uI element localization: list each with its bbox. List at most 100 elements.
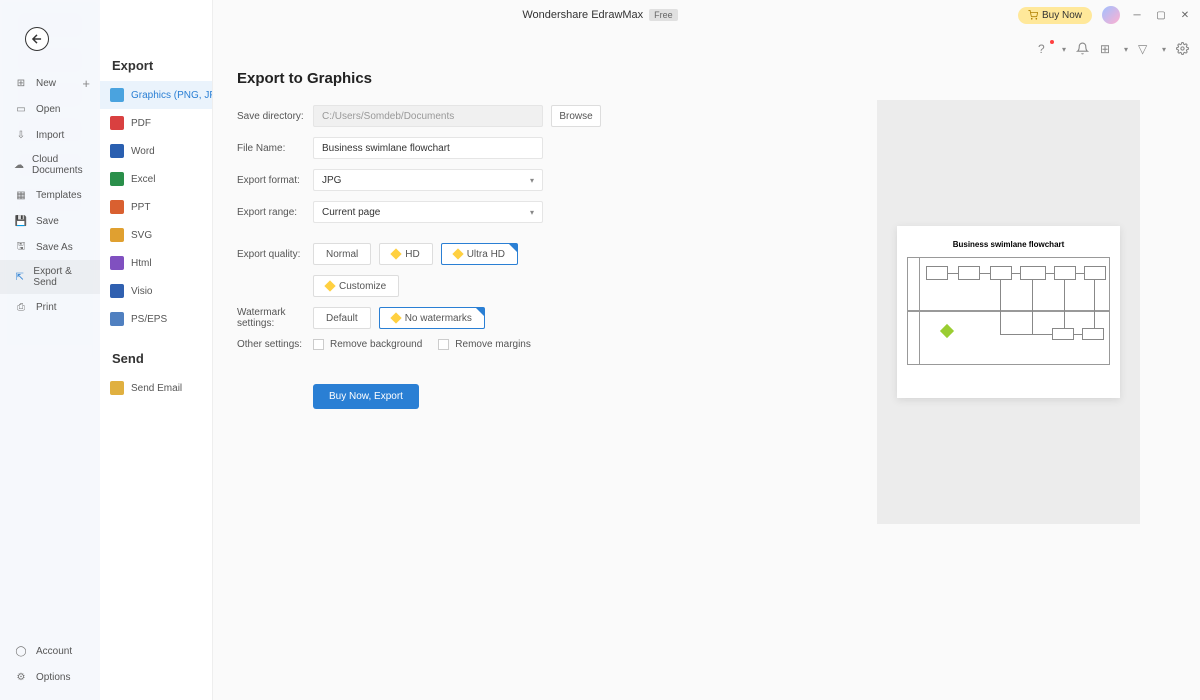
export-type-item[interactable]: Graphics (PNG, JPG e...: [100, 81, 212, 109]
export-type-label: SVG: [131, 230, 152, 241]
preview-pane: Business swimlane flowchart: [877, 100, 1140, 524]
export-type-label: Word: [131, 146, 155, 157]
quality-label: Export quality:: [237, 249, 313, 260]
sidebar-label: Cloud Documents: [32, 154, 86, 176]
quality-hd[interactable]: HD: [379, 243, 432, 265]
diamond-icon: [391, 248, 402, 259]
titlebar: Wondershare EdrawMax Free Buy Now ─ ▢ ✕: [0, 0, 1200, 30]
sidebar-item-new[interactable]: ⊞ New +: [0, 70, 100, 96]
export-icon: ⇱: [14, 270, 25, 284]
grid-icon[interactable]: ⊞: [1100, 42, 1114, 56]
export-type-item[interactable]: PPT: [100, 193, 212, 221]
cloud-icon: ☁: [14, 158, 24, 172]
format-value: JPG: [322, 175, 341, 186]
format-label: Export format:: [237, 175, 313, 186]
diamond-icon: [452, 248, 463, 259]
pill-label: Normal: [326, 249, 358, 260]
chevron-down-icon: ▾: [530, 208, 534, 217]
export-type-item[interactable]: SVG: [100, 221, 212, 249]
file-type-icon: [110, 228, 124, 242]
export-button[interactable]: Buy Now, Export: [313, 384, 419, 409]
export-type-item[interactable]: PDF: [100, 109, 212, 137]
range-value: Current page: [322, 207, 380, 218]
left-sidebar: ⊞ New + ▭ Open ⇩ Import ☁ Cloud Document…: [0, 0, 100, 700]
browse-button[interactable]: Browse: [551, 105, 601, 127]
sidebar-item-saveas[interactable]: 🖫 Save As: [0, 234, 100, 260]
sidebar-label: Import: [36, 130, 64, 141]
sidebar-label: Save As: [36, 242, 73, 253]
sidebar-label: Print: [36, 302, 57, 313]
file-type-icon: [110, 256, 124, 270]
plus-square-icon: ⊞: [14, 76, 28, 90]
plus-icon[interactable]: +: [82, 76, 90, 91]
watermark-default[interactable]: Default: [313, 307, 371, 329]
chevron-down-icon: ▾: [530, 176, 534, 185]
watermark-none[interactable]: No watermarks: [379, 307, 485, 329]
export-type-label: Graphics (PNG, JPG e...: [131, 90, 212, 101]
format-select[interactable]: JPG ▾: [313, 169, 543, 191]
checkbox-label: Remove margins: [455, 339, 531, 350]
minimize-button[interactable]: ─: [1130, 8, 1144, 22]
checkbox-icon: [438, 339, 449, 350]
sidebar-item-cloud[interactable]: ☁ Cloud Documents: [0, 148, 100, 182]
save-dir-field[interactable]: C:/Users/Somdeb/Documents: [313, 105, 543, 127]
range-select[interactable]: Current page ▾: [313, 201, 543, 223]
page-title: Export to Graphics: [237, 70, 1176, 87]
sidebar-item-print[interactable]: ⎙ Print: [0, 294, 100, 320]
free-badge: Free: [649, 9, 678, 21]
range-label: Export range:: [237, 207, 313, 218]
maximize-button[interactable]: ▢: [1154, 8, 1168, 22]
send-item[interactable]: Send Email: [100, 374, 212, 402]
bell-icon[interactable]: [1076, 42, 1090, 56]
sidebar-item-export[interactable]: ⇱ Export & Send: [0, 260, 100, 294]
export-type-item[interactable]: Visio: [100, 277, 212, 305]
quality-customize[interactable]: Customize: [313, 275, 399, 297]
help-icon[interactable]: ?: [1038, 42, 1052, 56]
export-type-label: PS/EPS: [131, 314, 167, 325]
export-header: Export: [100, 50, 212, 81]
back-button[interactable]: [25, 27, 49, 51]
export-type-item[interactable]: PS/EPS: [100, 305, 212, 333]
export-type-item[interactable]: Word: [100, 137, 212, 165]
quality-ultra[interactable]: Ultra HD: [441, 243, 518, 265]
checkbox-icon: [313, 339, 324, 350]
remove-margins-checkbox[interactable]: Remove margins: [438, 339, 531, 350]
sidebar-item-import[interactable]: ⇩ Import: [0, 122, 100, 148]
sidebar-label: Save: [36, 216, 59, 227]
sidebar-label: New: [36, 78, 56, 89]
diamond-icon: [390, 312, 401, 323]
close-button[interactable]: ✕: [1178, 8, 1192, 22]
export-type-item[interactable]: Excel: [100, 165, 212, 193]
preview-title: Business swimlane flowchart: [907, 240, 1110, 249]
folder-icon: ▭: [14, 102, 28, 116]
print-icon: ⎙: [14, 300, 28, 314]
export-type-label: Visio: [131, 286, 153, 297]
quality-normal[interactable]: Normal: [313, 243, 371, 265]
export-type-label: Excel: [131, 174, 155, 185]
buy-now-button[interactable]: Buy Now: [1018, 7, 1092, 24]
sidebar-item-account[interactable]: ◯ Account: [0, 638, 100, 664]
file-type-icon: [110, 312, 124, 326]
pill-label: Ultra HD: [467, 249, 505, 260]
gear-icon[interactable]: [1176, 42, 1190, 56]
checkbox-label: Remove background: [330, 339, 422, 350]
templates-icon: ▦: [14, 188, 28, 202]
filter-icon[interactable]: ▽: [1138, 42, 1152, 56]
sidebar-item-templates[interactable]: ▦ Templates: [0, 182, 100, 208]
chevron-down-icon: ▾: [1124, 45, 1128, 54]
preview-page: Business swimlane flowchart: [897, 226, 1120, 398]
buy-now-label: Buy Now: [1042, 10, 1082, 21]
remove-bg-checkbox[interactable]: Remove background: [313, 339, 422, 350]
app-title: Wondershare EdrawMax: [522, 9, 643, 21]
sidebar-item-open[interactable]: ▭ Open: [0, 96, 100, 122]
avatar[interactable]: [1102, 6, 1120, 24]
diamond-icon: [324, 280, 335, 291]
file-type-icon: [110, 88, 124, 102]
send-label: Send Email: [131, 383, 182, 394]
export-type-item[interactable]: Html: [100, 249, 212, 277]
sidebar-item-options[interactable]: ⚙ Options: [0, 664, 100, 690]
chevron-down-icon: ▾: [1062, 45, 1066, 54]
sidebar-item-save[interactable]: 💾 Save: [0, 208, 100, 234]
filename-input[interactable]: Business swimlane flowchart: [313, 137, 543, 159]
send-header: Send: [100, 333, 212, 374]
